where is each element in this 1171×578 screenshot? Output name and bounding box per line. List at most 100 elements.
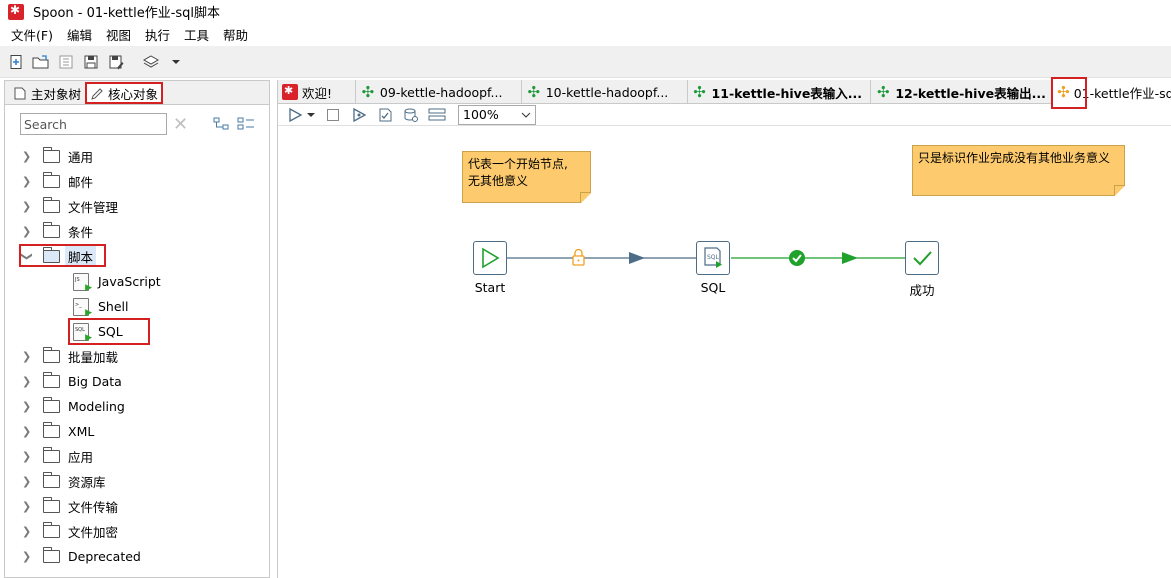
chevron-right-icon[interactable]: ❯ [22,525,32,538]
tab-main-tree[interactable]: 主对象树 [9,82,85,104]
chevron-right-icon[interactable]: ❯ [22,150,32,163]
chevron-right-icon[interactable]: ❯ [22,550,32,563]
collapse-all-icon[interactable] [237,116,255,132]
dropdown-arrow-icon[interactable] [167,53,185,71]
note-success[interactable]: 只是标识作业完成没有其他业务意义 [912,145,1125,196]
shell-step-icon: >_ ▶ [73,297,92,318]
run-from-here-icon[interactable] [350,106,368,124]
sql-node[interactable]: SQL [696,241,730,275]
chevron-down-icon[interactable]: ❯ [21,252,34,262]
tree-item-javascript[interactable]: JS ▶ JavaScript [5,269,269,294]
tab-welcome[interactable]: 欢迎! [278,80,356,104]
run-options-dropdown-icon[interactable] [306,106,316,124]
expand-all-icon[interactable] [213,116,231,132]
tree-item-label: 资源库 [68,475,106,490]
tree-item-label: Shell [98,299,129,314]
menu-run[interactable]: 执行 [145,25,170,44]
clear-search-icon[interactable]: ✕ [173,114,188,135]
tree-item-big-data[interactable]: ❯ Big Data [5,369,269,394]
tree-item-deprecated[interactable]: ❯ Deprecated [5,544,269,569]
tree-item-file-transfer[interactable]: ❯ 文件传输 [5,494,269,519]
tree-item-general[interactable]: ❯ 通用 [5,144,269,169]
hop-sql-to-success[interactable] [731,235,907,285]
stop-icon[interactable] [324,106,342,124]
tree-item-label: 邮件 [68,175,94,190]
tab-main-tree-label: 主对象树 [31,86,82,102]
chevron-right-icon[interactable]: ❯ [22,400,32,413]
tree-item-file-encryption[interactable]: ❯ 文件加密 [5,519,269,544]
start-play-icon [482,247,500,269]
save-icon[interactable] [82,53,100,71]
run-icon[interactable] [286,106,304,124]
sql-script-icon: SQL [704,247,722,268]
menu-edit[interactable]: 编辑 [67,25,92,44]
chevron-right-icon[interactable]: ❯ [22,475,32,488]
tree-item-utility[interactable]: ❯ 应用 [5,444,269,469]
job-icon: ✣ [361,83,375,101]
start-node[interactable] [473,241,507,275]
tab-job-11[interactable]: ✣ 11-kettle-hive表输入... [688,80,872,104]
tree-item-scripting[interactable]: ❯ 脚本 [5,244,269,269]
check-job-icon[interactable] [376,106,394,124]
tree-item-label: Modeling [68,399,125,414]
tree-item-label: 文件加密 [68,525,119,540]
tab-job-12[interactable]: ✣ 12-kettle-hive表输出... [871,80,1054,104]
chevron-right-icon[interactable]: ❯ [22,375,32,388]
tab-core-objects-label: 核心对象 [108,87,159,102]
tree-item-bulk-loading[interactable]: ❯ 批量加载 [5,344,269,369]
canvas-toolbar: 100% [278,104,1171,126]
chevron-right-icon[interactable]: ❯ [22,175,32,188]
hop-start-to-sql[interactable] [507,235,697,285]
success-node-label: 成功 [909,283,935,298]
chevron-right-icon[interactable]: ❯ [22,200,32,213]
job-icon: ✣ [693,83,706,101]
tree-item-label: 批量加载 [68,350,119,365]
checkmark-icon [913,251,932,266]
editor-area: 欢迎! ✣09-kettle-hadoopf... ✣10-kettle-had… [277,77,1171,578]
note-start[interactable]: 代表一个开始节点, 无其他意义 [462,151,591,203]
sql-explore-icon[interactable] [402,106,420,124]
folder-icon [43,197,60,213]
tree-item-file-management[interactable]: ❯ 文件管理 [5,194,269,219]
success-node[interactable] [905,241,939,275]
folder-icon [43,222,60,238]
tree-item-sql[interactable]: SQL ▶ SQL [5,318,269,345]
menu-view[interactable]: 视图 [106,25,131,44]
save-as-icon[interactable] [107,53,125,71]
tree-item-repository[interactable]: ❯ 资源库 [5,469,269,494]
perspective-layers-icon[interactable] [142,53,160,71]
zoom-select[interactable]: 100% [458,104,536,125]
tree-item-modeling[interactable]: ❯ Modeling [5,394,269,419]
folder-icon [43,422,60,438]
tree-item-conditions[interactable]: ❯ 条件 [5,219,269,244]
folder-icon [43,147,60,163]
explore-repository-icon[interactable] [57,53,75,71]
tab-job-10[interactable]: ✣ 10-kettle-hadoopf... [522,80,688,104]
chevron-right-icon[interactable]: ❯ [22,500,32,513]
tree-item-mail[interactable]: ❯ 邮件 [5,169,269,194]
tab-label: 11-kettle-hive表输入... [711,85,863,101]
layout-grid-icon[interactable] [428,106,446,124]
chevron-right-icon[interactable]: ❯ [22,425,32,438]
tab-job-09[interactable]: ✣ 09-kettle-hadoopf... [356,80,522,104]
zoom-value: 100% [463,107,499,122]
search-row: ✕ [20,113,255,135]
tree-item-shell[interactable]: >_ ▶ Shell [5,294,269,319]
job-canvas[interactable]: 代表一个开始节点, 无其他意义 只是标识作业完成没有其他业务意义 Start S… [278,127,1171,578]
open-folder-icon[interactable] [32,53,50,71]
tab-core-objects[interactable]: 核心对象 [85,82,164,104]
chevron-right-icon[interactable]: ❯ [22,350,32,363]
tab-job-01-active[interactable]: ✣ 01-kettle作业-sq [1053,80,1171,104]
menu-help[interactable]: 帮助 [223,25,248,44]
new-file-icon[interactable] [7,53,25,71]
start-node-label: Start [474,280,506,295]
chevron-right-icon[interactable]: ❯ [22,225,32,238]
tree-item-xml[interactable]: ❯ XML [5,419,269,444]
menu-tools[interactable]: 工具 [184,25,209,44]
search-input[interactable] [20,113,167,135]
menu-file[interactable]: 文件(F) [11,25,53,44]
job-icon: ✣ [527,83,541,101]
chevron-right-icon[interactable]: ❯ [22,450,32,463]
folder-icon [43,447,60,463]
window-title: Spoon - 01-kettle作业-sql脚本 [33,6,221,21]
